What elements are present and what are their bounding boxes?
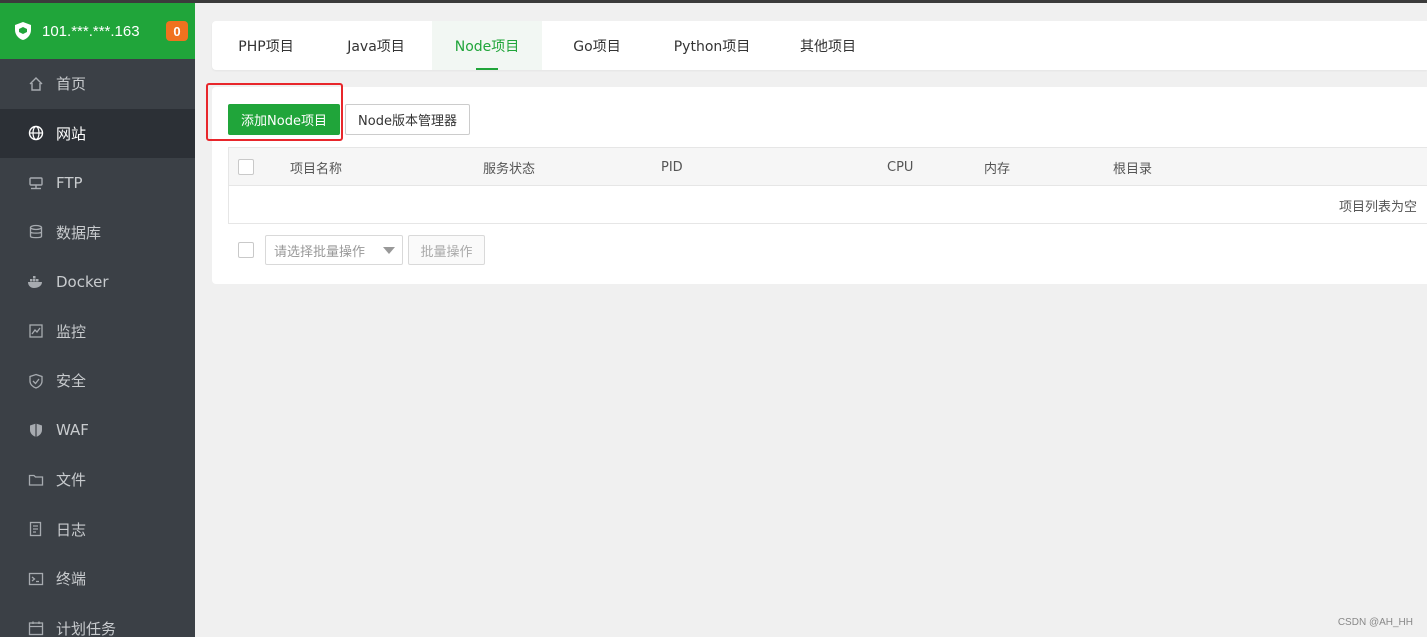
- ftp-icon: [27, 174, 45, 192]
- empty-list-message: 项目列表为空: [1338, 200, 1417, 215]
- node-version-manager-button[interactable]: Node版本管理器: [345, 104, 470, 135]
- project-table: 项目名称 服务状态 PID CPU 内存 根目录 项目列表为空: [228, 147, 1427, 224]
- column-header-name[interactable]: 项目名称: [290, 148, 342, 186]
- sidebar-item-label: 监控: [56, 322, 87, 341]
- column-header-cpu[interactable]: CPU: [887, 148, 913, 186]
- select-all-cell: [238, 148, 254, 186]
- chevron-down-icon: [383, 247, 395, 254]
- server-shield-icon: [14, 21, 34, 41]
- terminal-icon: [27, 570, 45, 588]
- sidebar-item-label: 网站: [56, 124, 87, 143]
- sidebar: 101.***.***.163 0 首页 网站 FTP 数据库 Docker 监…: [0, 3, 195, 637]
- window-top-border: [0, 0, 1427, 3]
- column-header-status[interactable]: 服务状态: [483, 148, 535, 186]
- column-header-root-dir[interactable]: 根目录: [1113, 148, 1152, 186]
- bulk-action-select[interactable]: 请选择批量操作: [265, 235, 403, 265]
- monitor-icon: [27, 322, 45, 340]
- sidebar-item-cron[interactable]: 计划任务: [0, 604, 195, 637]
- server-header[interactable]: 101.***.***.163 0: [0, 3, 195, 59]
- sidebar-item-database[interactable]: 数据库: [0, 208, 195, 258]
- notification-badge[interactable]: 0: [166, 21, 188, 41]
- sidebar-item-monitor[interactable]: 监控: [0, 307, 195, 357]
- shield-check-icon: [27, 372, 45, 390]
- sidebar-item-label: 日志: [56, 520, 87, 539]
- sidebar-item-label: 数据库: [56, 223, 102, 242]
- bulk-action-placeholder: 请选择批量操作: [274, 244, 366, 260]
- server-ip: 101.***.***.163: [42, 22, 140, 40]
- sidebar-item-docker[interactable]: Docker: [0, 257, 195, 307]
- tab-go[interactable]: Go项目: [542, 21, 652, 70]
- bulk-select-checkbox[interactable]: [238, 242, 254, 258]
- sidebar-item-label: FTP: [56, 173, 83, 192]
- sidebar-item-website[interactable]: 网站: [0, 108, 195, 158]
- folder-icon: [27, 471, 45, 489]
- sidebar-item-label: 计划任务: [56, 619, 117, 637]
- globe-icon: [27, 124, 45, 142]
- sidebar-item-ftp[interactable]: FTP: [0, 158, 195, 208]
- column-header-pid[interactable]: PID: [661, 148, 683, 186]
- sidebar-item-home[interactable]: 首页: [0, 59, 195, 109]
- add-node-project-button[interactable]: 添加Node项目: [228, 104, 340, 135]
- tab-php[interactable]: PHP项目: [212, 21, 320, 70]
- tab-node[interactable]: Node项目: [432, 21, 542, 70]
- sidebar-item-waf[interactable]: WAF: [0, 406, 195, 456]
- sidebar-item-security[interactable]: 安全: [0, 356, 195, 406]
- sidebar-item-label: Docker: [56, 272, 109, 291]
- log-icon: [27, 520, 45, 538]
- sidebar-item-logs[interactable]: 日志: [0, 505, 195, 555]
- select-all-checkbox[interactable]: [238, 159, 254, 175]
- sidebar-item-label: 文件: [56, 471, 87, 490]
- waf-shield-icon: [27, 421, 45, 439]
- tab-python[interactable]: Python项目: [652, 21, 772, 70]
- sidebar-item-terminal[interactable]: 终端: [0, 554, 195, 604]
- sidebar-item-files[interactable]: 文件: [0, 455, 195, 505]
- sidebar-item-label: 首页: [56, 75, 87, 94]
- bulk-action-button[interactable]: 批量操作: [408, 235, 485, 265]
- sidebar-item-label: WAF: [56, 421, 89, 440]
- watermark: CSDN @AH_HH: [1337, 617, 1413, 628]
- calendar-icon: [27, 619, 45, 637]
- sidebar-nav: 首页 网站 FTP 数据库 Docker 监控 安全 WAF 文件 日志 终端 …: [0, 59, 195, 637]
- sidebar-item-label: 终端: [56, 570, 87, 589]
- docker-icon: [27, 273, 45, 291]
- table-header: 项目名称 服务状态 PID CPU 内存 根目录: [229, 148, 1427, 186]
- database-icon: [27, 223, 45, 241]
- tab-java[interactable]: Java项目: [320, 21, 432, 70]
- tab-other[interactable]: 其他项目: [772, 21, 884, 70]
- project-type-tabs: PHP项目 Java项目 Node项目 Go项目 Python项目 其他项目: [212, 21, 1427, 70]
- column-header-memory[interactable]: 内存: [984, 148, 1010, 186]
- sidebar-item-label: 安全: [56, 372, 87, 391]
- home-icon: [27, 75, 45, 93]
